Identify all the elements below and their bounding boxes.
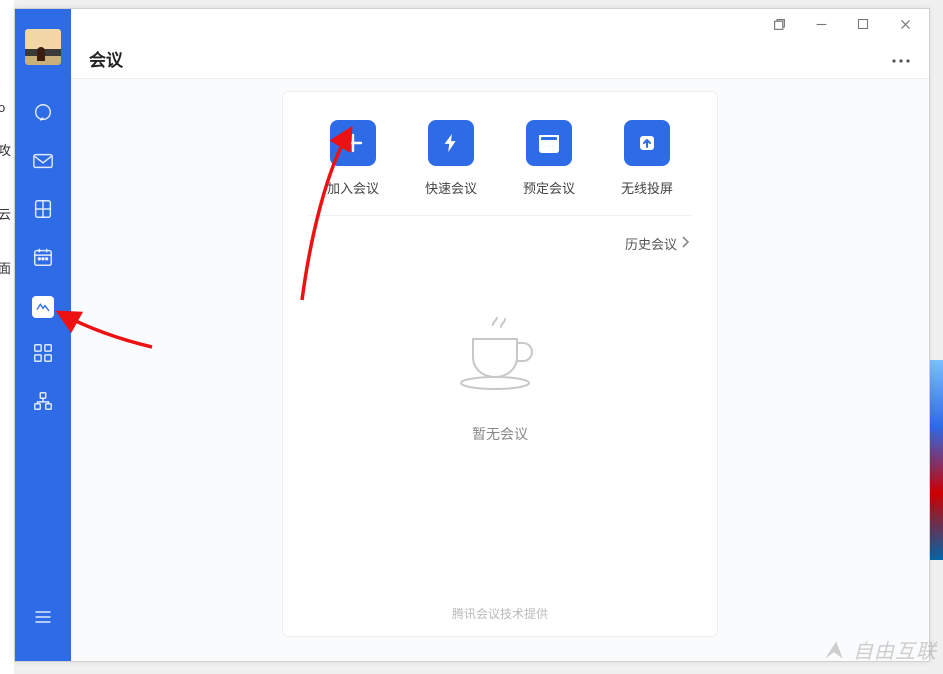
watermark: 自由互联: [821, 635, 937, 664]
background-right-strip: [930, 0, 943, 674]
main-area: 会议 加入会议 快: [71, 9, 929, 661]
sidebar-item-workbench[interactable]: [15, 379, 71, 427]
meeting-card: 加入会议 快速会议 预定会议: [282, 91, 718, 637]
join-meeting-label: 加入会议: [327, 178, 379, 197]
sidebar: [15, 9, 71, 661]
divider: [309, 215, 691, 216]
calendar-small-icon: [32, 246, 54, 273]
history-link-label: 历史会议: [625, 234, 677, 253]
provider-footer: 腾讯会议技术提供: [311, 595, 689, 622]
sidebar-item-mail[interactable]: [15, 139, 71, 187]
sidebar-item-menu[interactable]: [15, 595, 71, 643]
page-header: 会议: [71, 39, 929, 79]
apps-icon: [32, 342, 54, 369]
history-meetings-link[interactable]: 历史会议: [625, 234, 689, 253]
workbench-icon: [32, 390, 54, 417]
docs-icon: [32, 198, 54, 225]
mail-icon: [32, 151, 54, 176]
wireless-cast-button[interactable]: 无线投屏: [605, 120, 689, 197]
quick-meeting-button[interactable]: 快速会议: [409, 120, 493, 197]
hamburger-icon: [33, 608, 53, 631]
close-button[interactable]: [891, 13, 919, 35]
coffee-cup-icon: [455, 317, 545, 402]
page-title: 会议: [89, 46, 123, 71]
empty-text: 暂无会议: [472, 424, 528, 444]
schedule-meeting-button[interactable]: 预定会议: [507, 120, 591, 197]
empty-state: 暂无会议: [311, 293, 689, 595]
background-left-strip: i o 攻 云 面: [0, 0, 14, 674]
watermark-text: 自由互联: [853, 635, 937, 664]
maximize-button[interactable]: [849, 13, 877, 35]
more-button[interactable]: [891, 48, 911, 69]
sidebar-item-calendar[interactable]: [15, 235, 71, 283]
bolt-icon: [428, 120, 474, 166]
schedule-meeting-label: 预定会议: [523, 178, 575, 197]
sidebar-item-apps[interactable]: [15, 331, 71, 379]
quick-meeting-label: 快速会议: [425, 178, 477, 197]
sidebar-item-docs[interactable]: [15, 187, 71, 235]
content-area: 加入会议 快速会议 预定会议: [71, 79, 929, 661]
sidebar-item-chat[interactable]: [15, 91, 71, 139]
chat-icon: [32, 102, 54, 129]
meeting-icon: [32, 296, 54, 318]
minimize-button[interactable]: [807, 13, 835, 35]
chevron-right-icon: [681, 236, 689, 251]
calendar-icon: [526, 120, 572, 166]
plus-icon: [330, 120, 376, 166]
avatar[interactable]: [25, 29, 61, 65]
window-titlebar: [71, 9, 929, 39]
cast-icon: [624, 120, 670, 166]
sidebar-item-meeting[interactable]: [15, 283, 71, 331]
join-meeting-button[interactable]: 加入会议: [311, 120, 395, 197]
app-window: 会议 加入会议 快: [14, 8, 930, 662]
pop-out-button[interactable]: [765, 13, 793, 35]
wireless-cast-label: 无线投屏: [621, 178, 673, 197]
action-row: 加入会议 快速会议 预定会议: [311, 120, 689, 197]
